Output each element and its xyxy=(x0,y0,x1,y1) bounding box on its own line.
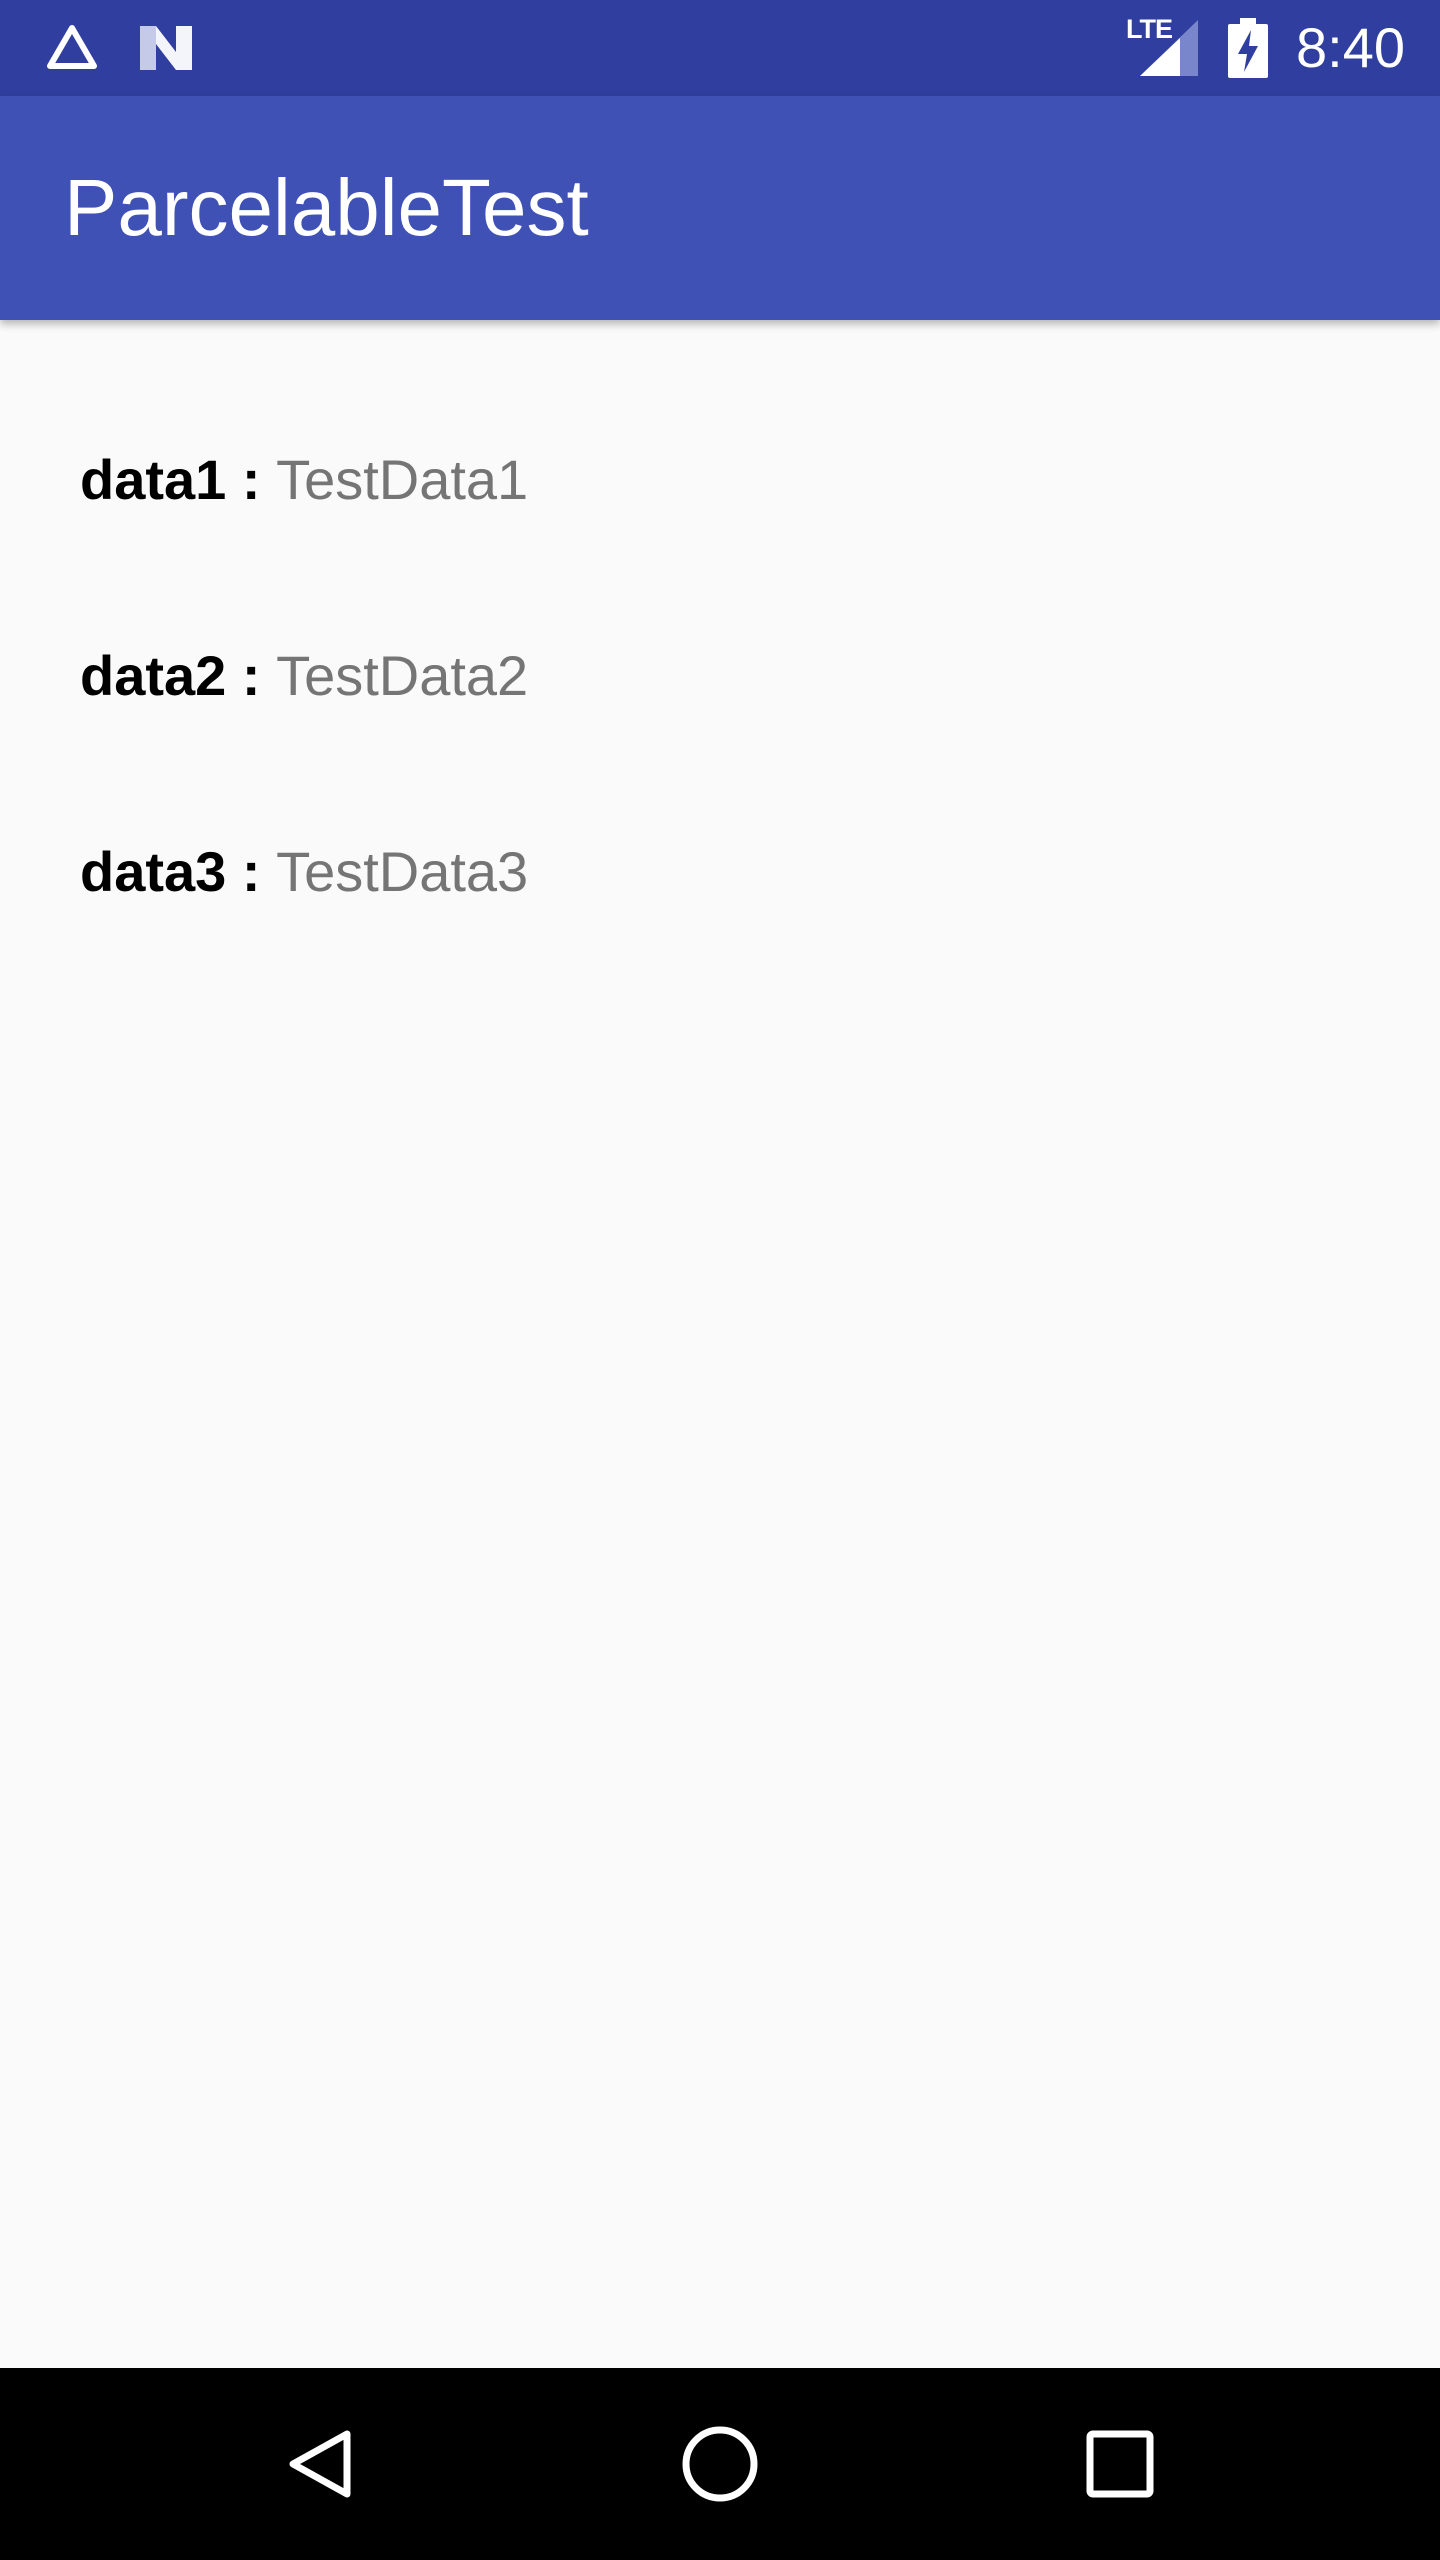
n-logo-icon xyxy=(140,26,192,70)
data-separator: : xyxy=(226,840,277,903)
navigation-bar xyxy=(0,2368,1440,2560)
data-value: TestData1 xyxy=(276,448,529,511)
data-row-3: data3 : TestData3 xyxy=(80,840,528,904)
data-value: TestData3 xyxy=(276,840,529,903)
home-icon[interactable] xyxy=(664,2408,776,2520)
data-key: data3 xyxy=(80,840,227,903)
app-bar: ParcelableTest xyxy=(0,96,1440,320)
app-title: ParcelableTest xyxy=(64,163,589,252)
back-icon[interactable] xyxy=(265,2408,377,2520)
data-key: data1 xyxy=(80,448,227,511)
data-separator: : xyxy=(226,448,277,511)
main-content: data1 : TestData1 data2 : TestData2 data… xyxy=(0,320,1440,2368)
data-separator: : xyxy=(226,644,277,707)
data-value: TestData2 xyxy=(276,644,529,707)
cell-signal-icon xyxy=(1140,20,1198,76)
data-row-1: data1 : TestData1 xyxy=(80,448,528,512)
drive-triangle-icon xyxy=(47,25,97,69)
data-row-2: data2 : TestData2 xyxy=(80,644,528,708)
data-key: data2 xyxy=(80,644,227,707)
status-bar: LTE 8:40 xyxy=(0,0,1440,96)
status-clock: 8:40 xyxy=(1296,16,1405,79)
battery-charging-icon xyxy=(1228,18,1268,78)
recents-icon[interactable] xyxy=(1064,2408,1176,2520)
